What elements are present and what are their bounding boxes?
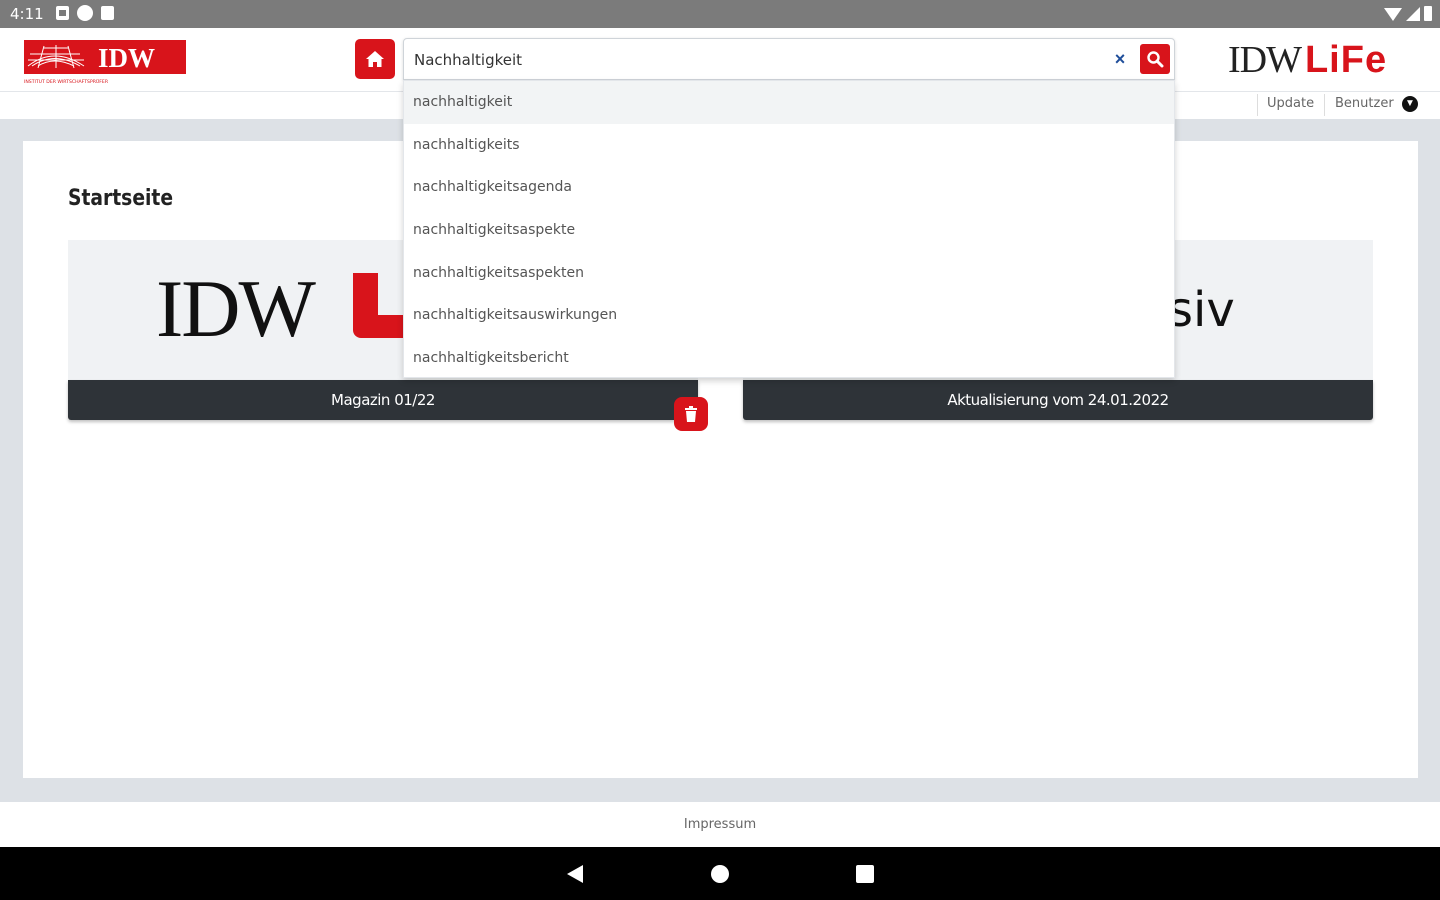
idw-logo[interactable]: IDW INSTITUT DER WIRTSCHAFTSPRÜFER <box>24 40 186 86</box>
clear-search-button[interactable]: × <box>1110 48 1130 70</box>
search-box: × <box>403 38 1175 80</box>
footer: Impressum <box>0 802 1440 847</box>
suggestion-item[interactable]: nachhaltigkeitsagenda <box>404 166 1174 209</box>
tile-image-text: IDW <box>156 263 316 354</box>
idw-logo-tagline: INSTITUT DER WIRTSCHAFTSPRÜFER <box>24 78 109 85</box>
search-input[interactable] <box>414 47 1094 73</box>
suggestion-item[interactable]: nachhaltigkeitsbericht <box>404 337 1174 380</box>
battery-icon <box>1424 6 1432 21</box>
back-icon[interactable] <box>567 865 583 883</box>
sd-card-icon <box>101 6 114 20</box>
divider <box>1324 94 1325 116</box>
update-tile-caption[interactable]: Aktualisierung vom 24.01.2022 <box>743 380 1373 420</box>
delete-button[interactable] <box>674 397 708 431</box>
notification-icon <box>56 6 69 20</box>
idw-life-logo: IDW LiFe <box>1228 38 1387 82</box>
notification-icons <box>56 5 114 21</box>
brand-idw: IDW <box>1228 39 1302 81</box>
home-icon <box>366 51 384 67</box>
wifi-icon <box>1384 8 1402 21</box>
system-icons <box>1384 6 1432 21</box>
update-link[interactable]: Update <box>1267 96 1314 111</box>
trash-icon <box>685 406 697 422</box>
user-menu-link[interactable]: Benutzer <box>1335 96 1394 111</box>
android-nav-bar <box>0 847 1440 900</box>
suggestion-item[interactable]: nachhaltigkeitsaspekten <box>404 252 1174 295</box>
suggestion-item[interactable]: nachhaltigkeitsauswirkungen <box>404 294 1174 337</box>
suggestion-item[interactable]: nachhaltigkeit <box>404 81 1174 124</box>
divider <box>1257 94 1258 116</box>
magazine-tile-caption[interactable]: Magazin 01/22 <box>68 380 698 420</box>
close-icon: × <box>1114 49 1126 69</box>
search-suggestions: nachhaltigkeit nachhaltigkeits nachhalti… <box>403 80 1175 378</box>
status-time: 4:11 <box>10 5 44 23</box>
idw-logo-text: IDW <box>98 43 155 73</box>
tile-image-text: siv <box>1168 282 1235 338</box>
nav-home-icon[interactable] <box>711 865 729 883</box>
suggestion-item[interactable]: nachhaltigkeitsaspekte <box>404 209 1174 252</box>
signal-icon <box>1406 7 1420 21</box>
search-button[interactable] <box>1140 44 1170 74</box>
brand-life: LiFe <box>1304 39 1388 81</box>
recents-icon[interactable] <box>856 865 874 883</box>
notification-icon <box>77 5 93 21</box>
impressum-link[interactable]: Impressum <box>684 817 756 832</box>
status-bar: 4:11 <box>0 0 1440 28</box>
page-title: Startseite <box>68 186 174 211</box>
home-button[interactable] <box>355 39 395 79</box>
chevron-down-icon[interactable]: ▼ <box>1402 96 1418 112</box>
suggestion-item[interactable]: nachhaltigkeits <box>404 124 1174 167</box>
search-icon <box>1147 51 1164 68</box>
